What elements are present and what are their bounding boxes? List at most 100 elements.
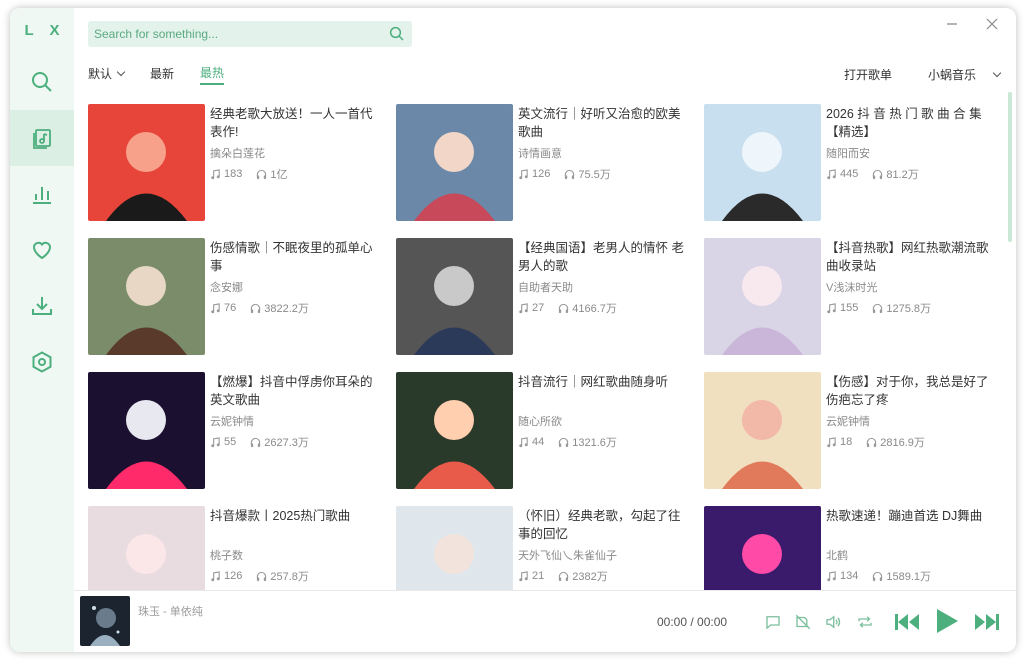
source-label: 小蜗音乐 <box>927 67 976 82</box>
song-count: 21 <box>532 570 545 582</box>
playlist-author: 云妮钟情 <box>210 416 254 428</box>
playlist-cover[interactable] <box>88 238 205 355</box>
music-note-icon <box>827 168 836 179</box>
play-count: 81.2万 <box>886 169 919 181</box>
play-button[interactable] <box>932 605 962 637</box>
music-note-icon <box>827 436 836 447</box>
lyrics-toggle-button[interactable] <box>792 611 814 633</box>
playlist-cover[interactable] <box>704 372 821 489</box>
sidebar-item-songlist[interactable] <box>10 110 74 166</box>
sidebar-item-search[interactable] <box>10 54 74 110</box>
sidebar-item-settings[interactable] <box>10 334 74 390</box>
music-note-icon <box>211 168 220 179</box>
playlist-cover[interactable] <box>88 506 205 590</box>
playlist-author: 擒朵白莲花 <box>210 148 265 160</box>
playlist-cover[interactable] <box>704 506 821 590</box>
playlist-stats: 126 257.8万 <box>210 568 323 584</box>
previous-button[interactable] <box>892 608 922 636</box>
sort-bar: 默认 最新 最热 <box>88 64 250 85</box>
playlist-cover[interactable] <box>704 104 821 221</box>
music-note-icon <box>827 302 836 313</box>
headphones-icon <box>565 169 575 179</box>
playlist-title: 经典老歌大放送！一人一首代表作! <box>210 107 373 139</box>
playlist-cover[interactable] <box>396 506 513 590</box>
sidebar-item-leaderboard[interactable] <box>10 166 74 222</box>
sidebar-item-download[interactable] <box>10 278 74 334</box>
scrollbar[interactable] <box>1008 92 1012 242</box>
headphones-icon <box>559 303 569 313</box>
download-icon <box>32 297 52 315</box>
playlist-stats: 44 1321.6万 <box>518 434 631 450</box>
close-icon <box>986 18 998 30</box>
music-note-icon <box>519 168 528 179</box>
headphones-icon <box>251 437 261 447</box>
now-playing-cover[interactable] <box>80 596 130 646</box>
playlist-stats: 134 1589.1万 <box>826 568 945 584</box>
sort-default-dropdown[interactable]: 默认 <box>88 65 126 84</box>
volume-button[interactable] <box>822 611 844 633</box>
close-button[interactable] <box>982 14 1002 34</box>
playlist-author: 诗情画意 <box>518 148 562 160</box>
headphones-icon <box>257 169 267 179</box>
minimize-button[interactable] <box>942 14 962 34</box>
playlist-author: 念安娜 <box>210 282 243 294</box>
playlist-author: 云妮钟情 <box>826 416 870 428</box>
playlist-card[interactable]: 抖音爆款丨2025热门歌曲 桃子数 126 257.8万 <box>88 506 388 590</box>
playlist-cover[interactable] <box>88 372 205 489</box>
source-dropdown[interactable]: 小蜗音乐 <box>910 66 1002 83</box>
playlist-card[interactable]: 伤感情歌｜不眠夜里的孤单心事 念安娜 76 3822.2万 <box>88 238 388 356</box>
sort-newest-tab[interactable]: 最新 <box>150 65 174 84</box>
playlist-stats: 21 2382万 <box>518 568 622 584</box>
search-icon[interactable] <box>388 25 406 43</box>
search-input[interactable] <box>94 27 374 41</box>
playlist-stats: 126 75.5万 <box>518 166 625 182</box>
next-button[interactable] <box>972 608 1002 636</box>
song-count: 183 <box>224 168 243 180</box>
playlist-cover[interactable] <box>396 238 513 355</box>
playlist-author: 随心所欲 <box>518 416 562 428</box>
headphones-icon <box>257 571 267 581</box>
song-count: 18 <box>840 436 853 448</box>
playlist-title: 【伤感】对于你，我总是好了伤疤忘了疼 <box>826 375 989 407</box>
play-count: 3822.2万 <box>264 303 309 315</box>
playlist-author: 桃子数 <box>210 550 243 562</box>
open-playlist-button[interactable]: 打开歌单 <box>844 66 892 83</box>
play-count: 4166.7万 <box>572 303 617 315</box>
playlist-card[interactable]: 抖音流行｜网红歌曲随身听 随心所欲 44 1321.6万 <box>396 372 696 490</box>
playlist-card[interactable]: 【燃爆】抖音中俘虏你耳朵的英文歌曲 云妮钟情 55 2627.3万 <box>88 372 388 490</box>
playlist-card[interactable]: 【伤感】对于你，我总是好了伤疤忘了疼 云妮钟情 18 2816.9万 <box>704 372 1004 490</box>
repeat-mode-button[interactable] <box>854 611 876 633</box>
playlist-cover[interactable] <box>396 104 513 221</box>
sort-hottest-tab[interactable]: 最热 <box>200 64 225 85</box>
minimize-icon <box>947 23 957 25</box>
playlist-stats: 155 1275.8万 <box>826 300 945 316</box>
song-count: 76 <box>224 302 237 314</box>
headphones-icon <box>559 437 569 447</box>
song-count: 126 <box>224 570 243 582</box>
music-note-icon <box>519 570 528 581</box>
lyrics-off-icon <box>795 614 811 630</box>
playlist-card[interactable]: 热歌速递！蹦迪首选 DJ舞曲 北鹤 134 1589.1万 <box>704 506 1004 590</box>
playlist-card[interactable]: （怀旧）经典老歌，勾起了往事的回忆 天外飞仙乀朱雀仙子 21 2382万 <box>396 506 696 590</box>
playlist-cover[interactable] <box>88 104 205 221</box>
headphones-icon <box>873 303 883 313</box>
comment-button[interactable] <box>762 611 784 633</box>
playlist-title: 【燃爆】抖音中俘虏你耳朵的英文歌曲 <box>210 375 373 407</box>
playlist-cover[interactable] <box>396 372 513 489</box>
playlist-card[interactable]: 【抖音热歌】网红热歌潮流歌曲收录站 V浅沫时光 155 1275.8万 <box>704 238 1004 356</box>
headphones-icon <box>251 303 261 313</box>
sidebar: L X <box>10 8 74 652</box>
playlist-title: 英文流行｜好听又治愈的欧美歌曲 <box>518 107 681 139</box>
playlist-card[interactable]: 经典老歌大放送！一人一首代表作! 擒朵白莲花 183 1亿 <box>88 104 388 222</box>
play-count: 2627.3万 <box>264 437 309 449</box>
playlist-card[interactable]: 2026 抖 音 热 门 歌 曲 合 集【精选】 随阳而安 445 81.2万 <box>704 104 1004 222</box>
playlist-title: 热歌速递！蹦迪首选 DJ舞曲 <box>826 509 983 523</box>
music-note-icon <box>211 436 220 447</box>
app-logo: L X <box>24 22 66 39</box>
playlist-card[interactable]: 【经典国语】老男人的情怀 老男人的歌 自助者天助 27 4166.7万 <box>396 238 696 356</box>
playlist-cover[interactable] <box>704 238 821 355</box>
song-count: 27 <box>532 302 545 314</box>
playlist-title: （怀旧）经典老歌，勾起了往事的回忆 <box>518 509 681 541</box>
playlist-card[interactable]: 英文流行｜好听又治愈的欧美歌曲 诗情画意 126 75.5万 <box>396 104 696 222</box>
sidebar-item-favorites[interactable] <box>10 222 74 278</box>
